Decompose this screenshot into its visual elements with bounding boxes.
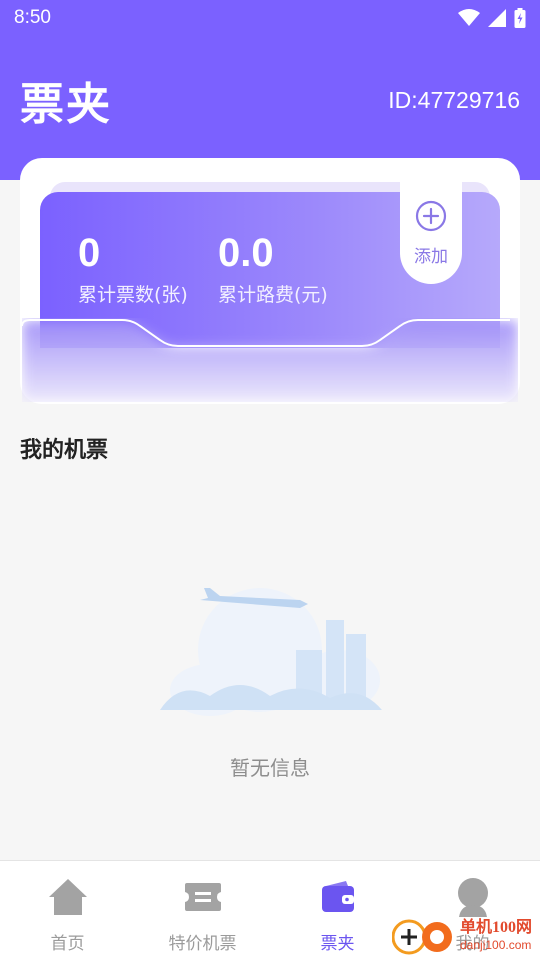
add-ticket-button[interactable]: 添加 <box>400 178 462 284</box>
tab-special-tickets-label: 特价机票 <box>168 934 237 954</box>
add-ticket-label: 添加 <box>414 247 448 267</box>
empty-state-illustration <box>160 588 382 716</box>
stats-panel: 0 累计票数(张) 0.0 累计路费(元) 添加 <box>20 158 520 404</box>
page-title: 票夹 <box>20 79 112 130</box>
wifi-icon <box>458 9 480 26</box>
watermark-text: 单机100网 danji100.com <box>460 919 532 953</box>
header: 票夹 ID:47729716 <box>20 70 520 130</box>
total-fare-value: 0.0 <box>218 231 274 275</box>
ticket-icon <box>183 877 223 917</box>
home-icon <box>48 877 88 917</box>
ticket-edge-decoration <box>22 319 518 402</box>
watermark-logo-icon <box>392 919 452 955</box>
watermark-brand: 单机100网 <box>460 919 533 936</box>
tab-special-tickets[interactable]: 特价机票 <box>135 861 270 960</box>
status-bar: 8:50 <box>0 0 540 36</box>
empty-state-text: 暂无信息 <box>230 756 310 780</box>
wallet-icon <box>318 877 358 917</box>
battery-icon <box>514 8 526 28</box>
total-fare-label: 累计路费(元) <box>218 284 328 306</box>
status-icons <box>458 8 526 28</box>
user-id: ID:47729716 <box>388 86 520 113</box>
total-fare-stat: 0.0 累计路费(元) <box>218 230 328 307</box>
my-tickets-heading: 我的机票 <box>20 438 109 463</box>
plus-circle-icon <box>415 200 447 232</box>
tab-ticket-wallet[interactable]: 票夹 <box>270 861 405 960</box>
tab-home-label: 首页 <box>50 934 85 954</box>
status-time: 8:50 <box>14 7 51 28</box>
total-tickets-value: 0 <box>78 231 101 275</box>
profile-icon <box>453 877 493 917</box>
tab-ticket-wallet-label: 票夹 <box>320 934 355 954</box>
tab-home[interactable]: 首页 <box>0 861 135 960</box>
watermark-url: danji100.com <box>460 938 532 952</box>
total-tickets-label: 累计票数(张) <box>78 284 188 306</box>
total-tickets-stat: 0 累计票数(张) <box>78 230 188 307</box>
cellular-signal-icon <box>488 9 506 27</box>
site-watermark: 单机100网 danji100.com <box>392 914 540 958</box>
